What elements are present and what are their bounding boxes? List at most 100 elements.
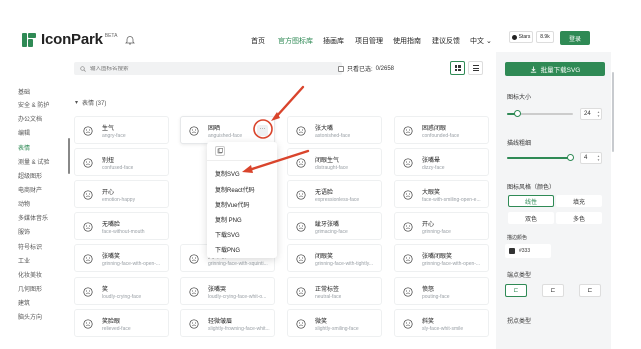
only-selected-toggle[interactable]: 只看已选: 0/2658 [338, 64, 394, 73]
icon-card[interactable]: 无语脸 expressionless-face [287, 180, 382, 208]
emoji-face-icon [83, 190, 93, 200]
stepper-arrows-icon[interactable]: ▲ ▼ [597, 110, 600, 118]
nav-guide[interactable]: 使用指南 [393, 36, 421, 46]
stepper-arrows-icon[interactable]: ▲ ▼ [597, 154, 600, 162]
icon-card[interactable]: 无嘴脸 face-without-mouth [74, 212, 169, 240]
list-view-icon [472, 65, 479, 71]
icon-card-id: grinning-face-with-open-... [102, 261, 161, 267]
sidebar-item-super-shapes[interactable]: 超级图形 [18, 171, 42, 180]
style-multi-color-button[interactable]: 多色 [556, 212, 602, 224]
sidebar-item-multimedia[interactable]: 多媒体音乐 [18, 213, 48, 222]
stroke-slider-knob[interactable] [567, 154, 574, 161]
menu-copy-svg[interactable]: 复制SVG [215, 169, 240, 178]
stroke-stepper[interactable]: 4 ▲ ▼ [580, 152, 602, 164]
only-selected-checkbox[interactable] [338, 65, 344, 72]
icon-card[interactable]: 张大嘴 astonished-face [287, 116, 382, 144]
icon-card[interactable]: 斜笑 sly-face-whit-smile [394, 309, 489, 337]
sidebar-item-makeup[interactable]: 化妆美妆 [18, 270, 42, 279]
grid-view-icon [454, 65, 461, 71]
login-button[interactable]: 登录 [560, 31, 590, 45]
icon-card[interactable]: 轻微皱眉 slightly-frowning-face-whit... [180, 309, 275, 337]
only-selected-label: 只看已选: [347, 67, 373, 73]
sidebar-item-ecommerce[interactable]: 电商财产 [18, 185, 42, 194]
icon-card-title: 生气 [102, 126, 115, 132]
icon-card-title: 无嘴脸 [102, 222, 121, 228]
icon-card[interactable]: 生气 angry-face [74, 116, 169, 144]
copy-icon[interactable] [215, 146, 225, 156]
icon-card[interactable]: 笑 loudly-crying-face [74, 277, 169, 305]
nav-projects[interactable]: 项目管理 [355, 36, 383, 46]
menu-download-svg[interactable]: 下载SVG [215, 230, 240, 239]
linecap-square-button[interactable]: ⊏ [579, 284, 601, 297]
linecap-round-button[interactable]: ⊏ [505, 284, 527, 297]
search-bar[interactable] [74, 62, 342, 75]
logo[interactable]: IconPark BETA [22, 31, 136, 48]
style-filled-button[interactable]: 填充 [556, 195, 602, 207]
sidebar-item-geometry[interactable]: 几何图形 [18, 284, 42, 293]
icon-card-title: 轻微皱眉 [208, 319, 233, 325]
bell-icon[interactable] [125, 35, 136, 45]
icon-card[interactable]: 大眼笑 face-with-smiling-open-e... [394, 180, 489, 208]
icon-card[interactable]: 张嘴哭 loudly-crying-face-whit-o... [180, 277, 275, 305]
sidebar-item-edit[interactable]: 编辑 [18, 128, 30, 137]
icon-card[interactable]: 开心 emotion-happy [74, 180, 169, 208]
icon-card[interactable]: 张嘴晕 dizzy-face [394, 148, 489, 176]
icon-card[interactable]: 开心 grinning-face [394, 212, 489, 240]
batch-download-button[interactable]: 批量下载SVG [505, 62, 605, 76]
menu-copy-png[interactable]: 复制 PNG [215, 215, 242, 224]
icon-card[interactable]: 张嘴闭眼笑 grinning-face-with-open-... [394, 244, 489, 272]
icon-card[interactable]: 笑脸眼 relieved-face [74, 309, 169, 337]
icon-card[interactable]: 困惑闭眼 confounded-face [394, 116, 489, 144]
sidebar-scrollbar[interactable] [68, 138, 70, 174]
menu-copy-react[interactable]: 复制React代码 [215, 185, 255, 194]
style-two-tone-button[interactable]: 双色 [508, 212, 554, 224]
icon-card[interactable]: 微笑 slightly-smiling-face [287, 309, 382, 337]
icon-card[interactable]: 困晒 anguished-face ··· [180, 116, 275, 144]
search-input[interactable] [90, 65, 290, 72]
icon-card[interactable]: 愤怒 pouting-face [394, 277, 489, 305]
list-view-button[interactable] [468, 61, 483, 75]
sidebar-item-office[interactable]: 办公文档 [18, 114, 42, 123]
emoji-face-icon [296, 190, 306, 200]
emoji-face-icon [189, 126, 199, 136]
language-select[interactable]: 中文 ⌄ [470, 36, 492, 46]
size-stepper[interactable]: 24 ▲ ▼ [580, 108, 602, 120]
emoji-face-icon [403, 287, 413, 297]
github-stars-button[interactable]: Stars [509, 31, 533, 43]
linecap-butt-button[interactable]: ⊏ [542, 284, 564, 297]
nav-home[interactable]: 首页 [251, 36, 265, 46]
icon-card[interactable]: 别扭 confused-face [74, 148, 169, 176]
icon-card-id: neutral-face [315, 294, 342, 300]
nav-feedback[interactable]: 建议反馈 [432, 36, 460, 46]
icon-card[interactable]: 正常标签 neutral-face [287, 277, 382, 305]
icon-card[interactable]: 闭眼笑 grinning-face-with-tightly... [287, 244, 382, 272]
sidebar-item-emoji[interactable]: 表情 [18, 143, 30, 152]
sidebar-item-building[interactable]: 建筑 [18, 298, 30, 307]
sidebar-item-symbols[interactable]: 符号标识 [18, 242, 42, 251]
stroke-color-picker[interactable]: #333 [505, 244, 551, 258]
icon-card[interactable]: 闭眼生气 distraught-face [287, 148, 382, 176]
menu-copy-vue[interactable]: 复制Vue代码 [215, 200, 249, 209]
more-options-button[interactable]: ··· [257, 125, 268, 136]
sidebar-item-direction[interactable]: 脑头方向 [18, 312, 42, 321]
sidebar-item-industry[interactable]: 工业 [18, 256, 30, 265]
size-slider-knob[interactable] [514, 110, 521, 117]
icon-card[interactable]: 龇牙张嘴 grimacing-face [287, 212, 382, 240]
emoji-face-icon [296, 319, 306, 329]
sidebar-item-measure[interactable]: 测量 & 试验 [18, 157, 49, 166]
sidebar-item-clothes[interactable]: 服饰 [18, 227, 30, 236]
sidebar-item-security[interactable]: 安全 & 防护 [18, 100, 49, 109]
style-outline-button[interactable]: 线性 [508, 195, 554, 207]
icon-card[interactable]: 张嘴笑 grinning-face-with-open-... [74, 244, 169, 272]
nav-official-icons[interactable]: 官方图标库 [278, 36, 313, 46]
menu-download-png[interactable]: 下载PNG [215, 245, 240, 254]
sidebar-item-animals[interactable]: 动物 [18, 199, 30, 208]
panel-scrollbar[interactable] [612, 72, 614, 152]
sidebar-item-basic[interactable]: 基础 [18, 87, 30, 96]
icon-card-title: 张嘴晕 [422, 158, 441, 164]
nav-illustrations[interactable]: 插画库 [323, 36, 344, 46]
icon-card-id: dizzy-face [422, 165, 445, 171]
iconpark-logo-icon [22, 32, 36, 47]
grid-view-button[interactable] [450, 61, 465, 75]
category-header[interactable]: ▾ 表情 (37) [75, 98, 106, 107]
